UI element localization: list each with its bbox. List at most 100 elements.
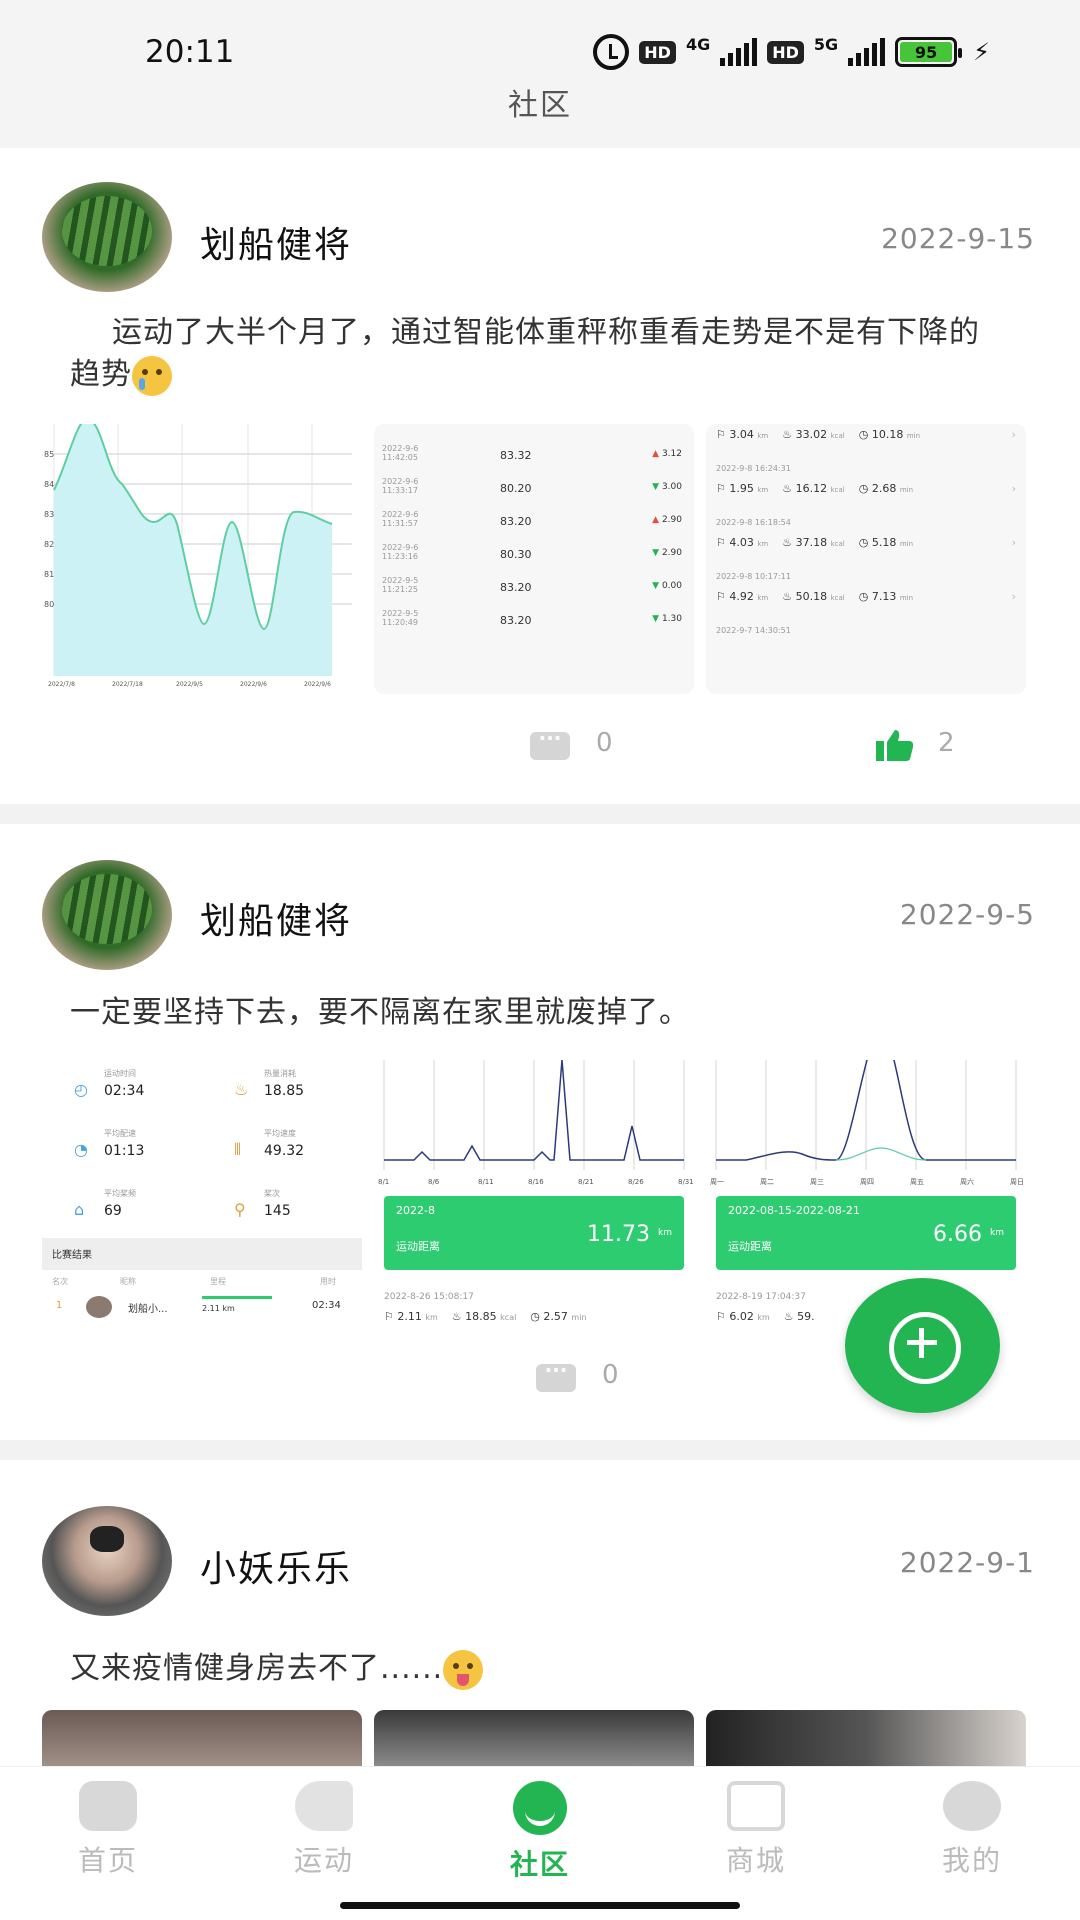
session-list-image[interactable]: ⚐ 3.04 km ♨ 33.02 kcal ◷ 10.18 min › 2022-… [706,424,1026,694]
chevron-right-icon: › [1011,536,1016,549]
min: 10.18 [871,428,904,441]
post-images [42,1710,1026,1766]
y-tick-label: 81 [44,570,54,579]
match-col-header: 用时 [320,1277,336,1286]
weight-records-image[interactable]: 2022-9-6 11:42:05 83.32 ▲ 3.12 2022-9-6 11:33… [374,424,694,694]
record-weight: 83.20 [500,614,532,627]
chevron-right-icon: › [1011,482,1016,495]
home-icon [79,1781,137,1831]
session-row[interactable]: ⚐ 1.95 km ♨ 16.12 kcal ◷ 2.68 min › [716,482,1016,495]
post-card[interactable]: 小妖乐乐 2022-9-1 又来疫情健身房去不了...... [0,1460,1080,1766]
x-tick-label: 8/11 [478,1178,494,1186]
km: 4.03 [729,536,754,549]
post-text: 运动了大半个月了，通过智能体重秤称重看走势是不是有下降的趋势 [70,312,1010,396]
username[interactable]: 划船健将 [200,216,352,268]
post-text-content: 又来疫情健身房去不了...... [70,1651,444,1686]
community-icon [513,1781,567,1835]
nav-community[interactable]: 社区 [480,1781,600,1883]
week-unit: km [990,1228,1004,1238]
stat-label: 平均速度 [264,1129,296,1138]
x-tick-label: 周六 [960,1177,974,1186]
hd-icon: HD [639,40,676,64]
stat-value: 01:13 [104,1143,145,1159]
record-weight: 83.20 [500,515,532,528]
stat-label: 平均桨频 [104,1189,136,1198]
stat-item: ⌂ 平均桨频 69 [74,1188,136,1219]
week-ts: 2022-8-19 17:04:37 [716,1292,806,1302]
record-date: 2022-9-6 [382,477,419,486]
record-diff: ▼ 2.90 [652,548,682,558]
nav-mine[interactable]: 我的 [912,1781,1032,1879]
record-time: 11:21:25 [382,585,418,594]
post-images: 85 84 83 82 81 80 2022/7/8 2022/7/18 2022/9/5 20… [42,424,1026,694]
avatar[interactable] [42,860,172,970]
session-row[interactable]: ⚐ 4.03 km ♨ 37.18 kcal ◷ 5.18 min › [716,536,1016,549]
add-post-button[interactable] [845,1278,1000,1413]
x-tick-label: 8/16 [528,1178,544,1186]
stat-label: 桨次 [264,1189,280,1198]
like-icon[interactable] [876,728,914,762]
x-tick-label: 8/21 [578,1178,594,1186]
session-row[interactable]: ⚐ 4.92 km ♨ 50.18 kcal ◷ 7.13 min › [716,590,1016,603]
avatar[interactable] [42,182,172,292]
x-tick-label: 周四 [860,1178,874,1186]
stat-value: 02:34 [104,1083,145,1099]
kcal: 50.18 [795,590,828,603]
username[interactable]: 小妖乐乐 [200,1540,352,1592]
nav-sport[interactable]: 运动 [264,1781,384,1879]
chevron-right-icon: › [1011,590,1016,603]
battery-level: 95 [900,42,953,62]
muscle-icon [295,1781,353,1831]
record-weight: 80.30 [500,548,532,561]
record-time: 11:20:49 [382,618,418,627]
x-tick-label: 8/1 [378,1178,389,1186]
y-tick-label: 85 [44,450,54,459]
gym-photo[interactable] [42,1710,362,1766]
nav-label: 商城 [725,1844,786,1877]
stat-value: 145 [264,1203,291,1219]
crying-emoji-icon [132,355,172,396]
match-result-row[interactable]: 1 划船小... 2.11 km 02:34 [42,1296,362,1326]
weight-chart-image[interactable]: 85 84 83 82 81 80 2022/7/8 2022/7/18 2022/9/5 20… [42,424,362,694]
km: 6.02 [729,1310,754,1323]
session-timestamp: 2022-9-8 16:24:31 [716,464,791,473]
x-tick-label: 周五 [910,1178,924,1186]
weekly-chart-image[interactable]: 周一 周二 周三 周四 周五 周六 周日 2022-08-15-2022-08-21 运动距… [706,1060,1026,1330]
post-card[interactable]: 划船健将 2022-9-15 运动了大半个月了，通过智能体重秤称重看走势是不是有… [0,148,1080,804]
gym-photo[interactable] [706,1710,1026,1766]
page-title: 社区 [508,88,572,123]
gym-photo[interactable] [374,1710,694,1766]
month-unit: km [658,1228,672,1238]
username[interactable]: 划船健将 [200,892,352,944]
network-type-2: 5G [813,34,839,54]
workout-stats-image[interactable]: ◴ 运动时间 02:34 ♨ 热量消耗 18.85 ◔ 平均配速 01:13 ⦀ 平均速度 49.32… [42,1060,362,1330]
x-tick-label: 2022/7/8 [48,681,75,688]
home-indicator [340,1902,740,1909]
stat-item: ♨ 热量消耗 18.85 [234,1068,304,1099]
week-value: 6.66 [933,1222,982,1247]
session-timestamp: 2022-9-8 10:17:11 [716,572,791,581]
x-tick-label: 2022/7/18 [112,681,143,688]
nav-home[interactable]: 首页 [48,1781,168,1879]
min: 2.68 [871,482,897,495]
record-date: 2022-9-6 [382,444,419,453]
comment-icon[interactable] [536,1358,576,1392]
nav-shop[interactable]: 商城 [696,1781,816,1879]
x-tick-label: 8/31 [678,1178,694,1186]
record-diff: ▲ 3.12 [652,449,682,459]
session-row[interactable]: ⚐ 3.04 km ♨ 33.02 kcal ◷ 10.18 min › [716,428,1016,441]
month-summary-card: 2022-8 运动距离 11.73 km [384,1196,684,1270]
nav-label: 社区 [509,1848,570,1881]
stat-item: ◴ 运动时间 02:34 [74,1068,145,1099]
comment-count: 0 [596,728,613,758]
weight-record-row: 2022-9-6 11:23:16 80.30 ▼ 2.90 [382,543,686,573]
monthly-chart-image[interactable]: 8/1 8/6 8/11 8/16 8/21 8/26 8/31 2022-8 运动距离 1… [374,1060,694,1330]
avatar[interactable] [42,1506,172,1616]
month-period: 2022-8 [396,1204,435,1217]
min: 5.18 [871,536,897,549]
comment-icon[interactable] [530,726,570,760]
month-row: ⚐ 2.11 km ♨ 18.85 kcal ◷ 2.57 min [384,1310,587,1323]
stat-icon: ⌂ [74,1200,85,1219]
record-time: 11:31:57 [382,519,418,528]
x-tick-label: 2022/9/6 [240,681,267,688]
